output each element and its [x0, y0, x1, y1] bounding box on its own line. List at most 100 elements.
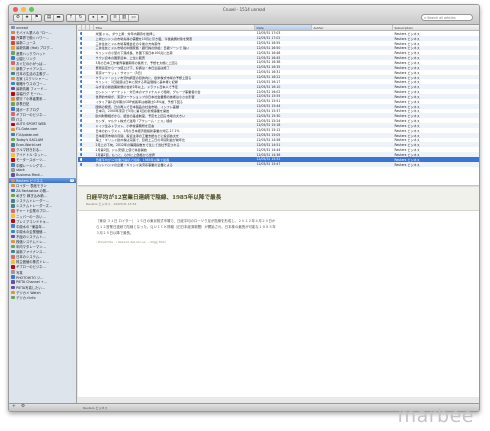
row-date: 12/05/31 15:44 — [256, 104, 281, 109]
unread-indicator[interactable] — [78, 148, 82, 152]
search-input[interactable] — [427, 15, 472, 20]
unread-indicator[interactable] — [78, 143, 82, 147]
search-field[interactable]: ⌕ — [421, 14, 473, 21]
view-columns-button[interactable]: ▥ — [120, 15, 129, 21]
unread-indicator[interactable] — [78, 104, 82, 108]
feed-icon — [11, 173, 15, 178]
row-date: 12/05/31 16:48 — [256, 50, 281, 55]
share-link[interactable]: › Save to del.icio.us — [116, 240, 146, 244]
feed-icon — [11, 35, 15, 40]
sidebar-item[interactable]: AUTO SPORT WEB — [9, 122, 76, 127]
unread-indicator[interactable] — [78, 56, 82, 60]
article-header: 日経平均が12営業日連続で陰線、1985年以降で最長 Reuters ビジネス … — [78, 187, 479, 211]
feed-icon — [11, 51, 15, 55]
share-link[interactable]: › Email this — [96, 240, 113, 244]
feed-icon — [11, 280, 15, 285]
author-column-header[interactable]: Author — [312, 25, 393, 30]
date-column-header[interactable]: Date — [255, 25, 312, 30]
feed-icon — [11, 56, 15, 60]
unread-indicator[interactable] — [78, 36, 82, 40]
prev-button[interactable]: ◂ — [89, 15, 98, 21]
unread-indicator[interactable] — [78, 70, 82, 74]
article-title[interactable]: 日経平均が12営業日連続で陰線、1985年以降で最長 — [86, 193, 221, 201]
unread-indicator[interactable] — [78, 109, 82, 113]
unread-indicator[interactable] — [78, 153, 82, 156]
feed-icon — [11, 25, 15, 30]
next-icon: ▸ — [101, 14, 104, 20]
table-row[interactable]: ホットハンドの企業・ギリシャ決済系事業の企業による 12/05/31 15:47 R… — [78, 161, 479, 167]
reload-button[interactable]: ↻ — [76, 15, 85, 21]
view-list-button[interactable]: ≡ — [111, 15, 120, 21]
sidebar-item[interactable]: 中欄レーシングマ… — [9, 163, 76, 168]
feed-icon — [11, 214, 15, 218]
main-pane: Title Date Author Subscription 米国 ドル、ダウ上昇：対… — [78, 25, 479, 397]
unread-indicator[interactable] — [78, 61, 82, 64]
row-date: 12/05/31 17:03 — [256, 31, 281, 36]
feed-icon — [11, 41, 15, 45]
feed-icon — [11, 224, 15, 228]
sidebar-item[interactable]: Today's SACLAM — [9, 137, 76, 142]
sidebar-item-label: PIETA Channel +… — [16, 280, 47, 285]
feed-icon — [11, 86, 15, 91]
star-icon: ★ — [24, 14, 30, 20]
feed-icon — [11, 66, 15, 71]
row-date: 12/05/31 15:52 — [256, 157, 281, 162]
share-button[interactable]: ↑ — [67, 15, 76, 21]
unread-indicator[interactable] — [78, 162, 82, 166]
sidebar-item-label: Today's SACLAM — [16, 137, 43, 142]
gear-icon[interactable]: ⚙ — [21, 404, 25, 410]
unread-dot-icon — [80, 148, 82, 152]
unread-indicator[interactable] — [78, 119, 82, 122]
toolbar-group: ↑ ↻ — [66, 14, 86, 22]
unread-indicator[interactable] — [78, 85, 82, 89]
unread-indicator[interactable] — [78, 128, 82, 132]
toolbar-group: ▤ ▬ — [44, 14, 64, 22]
unread-indicator[interactable] — [78, 65, 82, 69]
view-article-button[interactable]: ▭ — [129, 15, 138, 21]
unread-count-badge: 4 — [69, 177, 74, 183]
share-link[interactable]: › Digg This! — [148, 240, 165, 244]
unread-indicator[interactable] — [78, 138, 82, 142]
unread-indicator[interactable] — [78, 90, 82, 93]
unread-indicator[interactable] — [78, 114, 82, 118]
sidebar-item[interactable]: F1Update.net — [9, 132, 76, 137]
star-button[interactable]: ★ — [23, 15, 32, 21]
trash-button[interactable]: ▤ — [45, 15, 54, 21]
unread-indicator[interactable] — [78, 133, 82, 137]
unread-indicator[interactable] — [78, 99, 82, 103]
sidebar-item[interactable]: ITス — [9, 117, 76, 122]
title-column-header[interactable]: Title — [94, 25, 255, 30]
row-date: 12/05/31 15:12 — [256, 128, 281, 133]
feed-icon — [11, 234, 15, 239]
row-date: 12/05/31 16:17 — [256, 79, 281, 84]
feed-icon — [11, 132, 15, 137]
unread-indicator[interactable] — [78, 157, 82, 161]
unread-indicator[interactable] — [78, 94, 82, 98]
sidebar-item[interactable]: PHOTOHITO ジ… — [9, 275, 76, 280]
feed-icon — [11, 107, 15, 111]
feed-icon — [11, 163, 15, 167]
next-button[interactable]: ▸ — [98, 15, 107, 21]
sidebar-item[interactable]: デジカメinfo — [9, 295, 76, 300]
sidebar-item-label: 中欄レーシングマ… — [16, 163, 46, 168]
toolbar-group: ⚙ ★ ⚑ — [13, 14, 42, 22]
article-meta: Reuters ビジネス · 12/05/31 15:52 — [86, 202, 137, 206]
sidebar-item[interactable]: F1-Gate.com — [9, 127, 76, 132]
feed-icon — [11, 137, 15, 142]
feed-icon — [11, 158, 15, 162]
tag-button[interactable]: ▬ — [54, 15, 63, 21]
unread-indicator[interactable] — [78, 80, 82, 84]
unread-indicator[interactable] — [78, 32, 82, 35]
unread-indicator[interactable] — [78, 124, 82, 127]
subscription-column-header[interactable]: Subscription — [393, 25, 479, 30]
unread-indicator[interactable] — [78, 46, 82, 50]
add-subscription-icon[interactable]: + — [12, 404, 16, 410]
unread-indicator[interactable] — [78, 51, 82, 55]
unread-indicator[interactable] — [78, 41, 82, 45]
flag-button[interactable]: ⚑ — [32, 15, 41, 21]
feed-icon — [11, 193, 15, 198]
sidebar-item[interactable]: stock — [9, 168, 76, 173]
gear-button[interactable]: ⚙ — [14, 15, 23, 21]
unread-indicator[interactable] — [78, 75, 82, 79]
row-date: 12/05/31 16:35 — [256, 65, 281, 70]
